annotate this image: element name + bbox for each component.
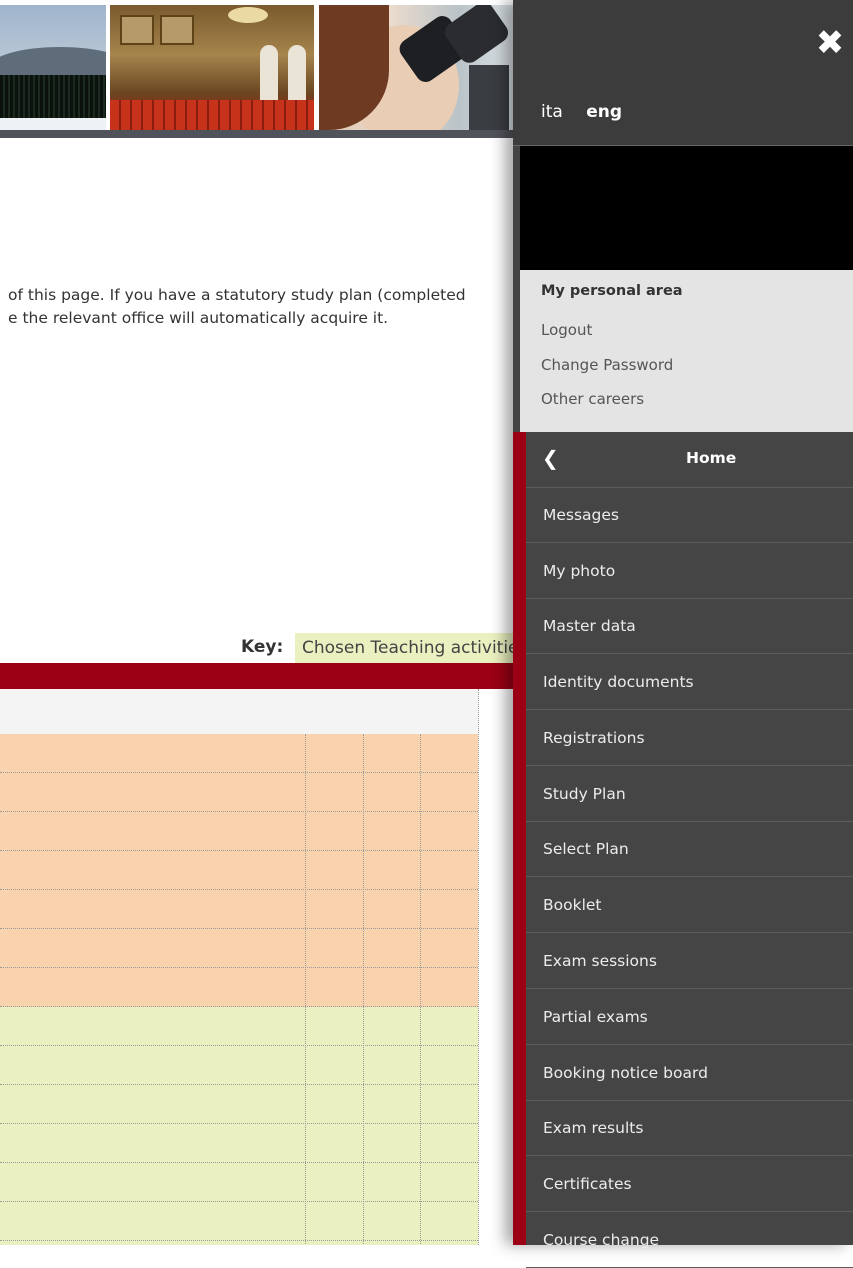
menu-item-messages[interactable]: Messages [526, 488, 853, 543]
table-row [0, 1202, 478, 1241]
menu-item-master-data[interactable]: Master data [526, 599, 853, 654]
intro-line-1: of this page. If you have a statutory st… [8, 286, 466, 304]
menu-item-exam-sessions[interactable]: Exam sessions [526, 934, 853, 989]
table-column-divider [420, 734, 421, 1245]
table-row [0, 968, 478, 1007]
table-row [0, 734, 478, 773]
menu-item-course-change[interactable]: Course change [526, 1213, 853, 1268]
intro-text: of this page. If you have a statutory st… [8, 284, 528, 330]
chevron-left-icon[interactable]: ❮ [542, 446, 559, 470]
lang-ita[interactable]: ita [541, 102, 563, 122]
legend-key: Key: Chosen Teaching activities [0, 633, 520, 663]
table-row [0, 851, 478, 890]
lang-eng[interactable]: eng [586, 102, 622, 122]
table-head-row [0, 689, 478, 735]
table-row [0, 929, 478, 968]
banner-photo-landscape [0, 5, 106, 130]
side-menu: ✖ ita eng My personal area Logout Change… [513, 0, 853, 1268]
logout-link[interactable]: Logout [541, 321, 592, 339]
change-password-link[interactable]: Change Password [541, 356, 673, 374]
table-row [0, 1241, 478, 1245]
menu-item-my-photo[interactable]: My photo [526, 544, 853, 599]
table-row [0, 890, 478, 929]
menu-item-select-plan[interactable]: Select Plan [526, 822, 853, 877]
table-row [0, 812, 478, 851]
menu-item-registrations[interactable]: Registrations [526, 711, 853, 766]
menu-item-partial-exams[interactable]: Partial exams [526, 990, 853, 1045]
personal-area: My personal area Logout Change Password … [520, 270, 853, 432]
key-chosen-activities: Chosen Teaching activities [295, 633, 520, 663]
table-column-divider [305, 734, 306, 1245]
table-header-bar [0, 663, 520, 689]
table-row [0, 1124, 478, 1163]
side-menu-top: ✖ ita eng [513, 0, 853, 146]
banner-photo-microscope [319, 5, 519, 130]
user-info-box [520, 146, 853, 270]
menu-panel: ❮ Home Messages My photo Master data Ide… [513, 432, 853, 1268]
table-column-divider [363, 734, 364, 1245]
menu-item-identity-documents[interactable]: Identity documents [526, 655, 853, 710]
menu-item-booking-notice-board[interactable]: Booking notice board [526, 1046, 853, 1101]
menu-item-study-plan[interactable]: Study Plan [526, 767, 853, 822]
intro-line-2: e the relevant office will automatically… [8, 309, 389, 327]
table-row [0, 1163, 478, 1202]
close-icon[interactable]: ✖ [815, 26, 845, 60]
banner-strip [0, 130, 520, 138]
menu-item-booklet[interactable]: Booklet [526, 878, 853, 933]
menu-home-label[interactable]: Home [686, 449, 736, 467]
menu-item-exam-results[interactable]: Exam results [526, 1101, 853, 1156]
header-banner [0, 0, 520, 138]
other-careers-link[interactable]: Other careers [541, 390, 644, 408]
study-plan-table [0, 689, 520, 1245]
language-switcher: ita eng [541, 102, 640, 122]
menu-header: ❮ Home [526, 432, 853, 488]
banner-photo-hall [110, 5, 314, 130]
menu-item-certificates[interactable]: Certificates [526, 1157, 853, 1212]
key-label: Key: [241, 637, 284, 657]
table-row [0, 1085, 478, 1124]
table-row [0, 1046, 478, 1085]
table-row [0, 773, 478, 812]
table-row [0, 1007, 478, 1046]
personal-area-title: My personal area [541, 283, 683, 299]
